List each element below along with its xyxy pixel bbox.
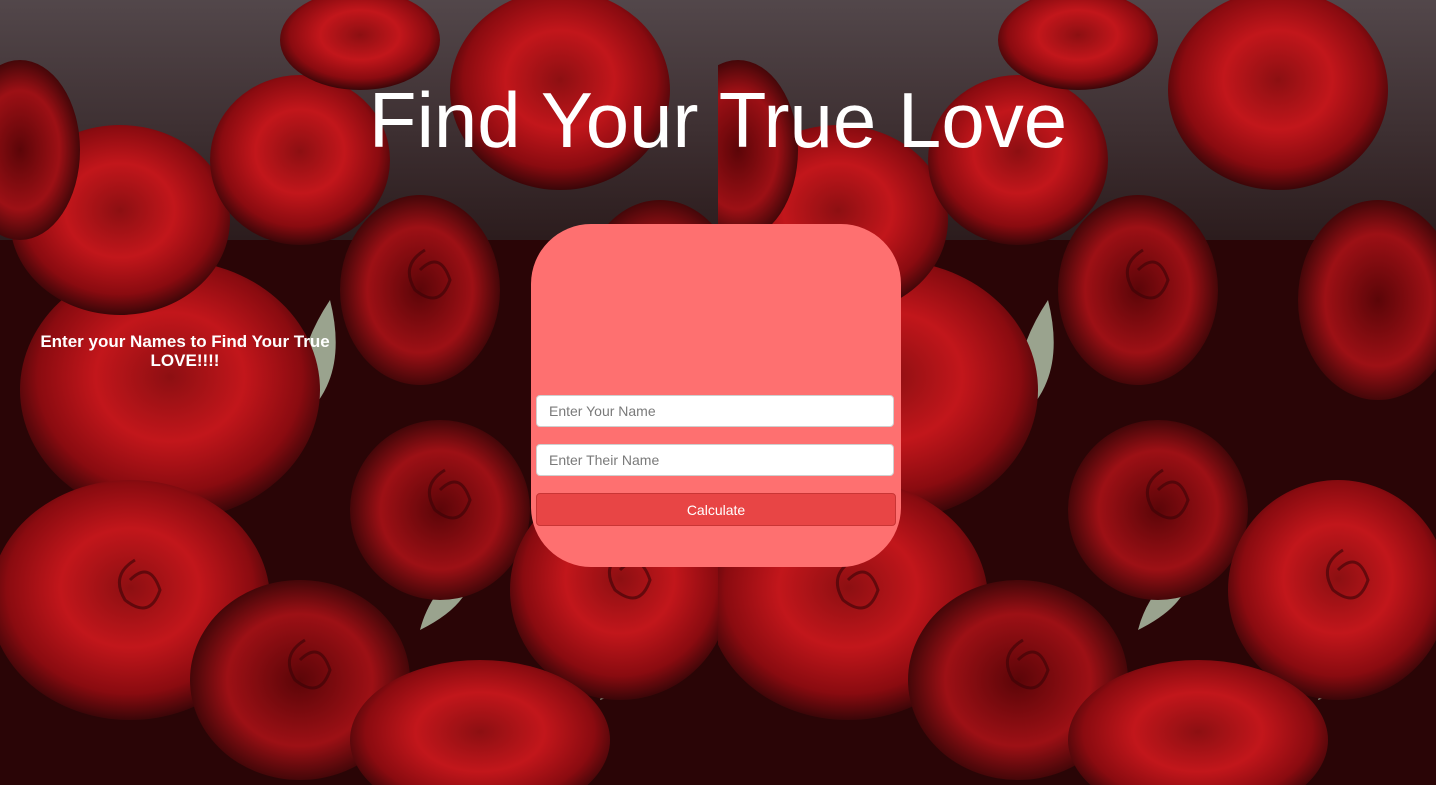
- love-calculator-card: Calculate: [531, 224, 901, 567]
- card-subtitle: Enter your Names to Find Your True LOVE!…: [40, 332, 330, 370]
- page-title: Find Your True Love: [368, 76, 1068, 164]
- your-name-input[interactable]: [536, 395, 894, 427]
- their-name-input[interactable]: [536, 444, 894, 476]
- calculate-button[interactable]: Calculate: [536, 493, 896, 526]
